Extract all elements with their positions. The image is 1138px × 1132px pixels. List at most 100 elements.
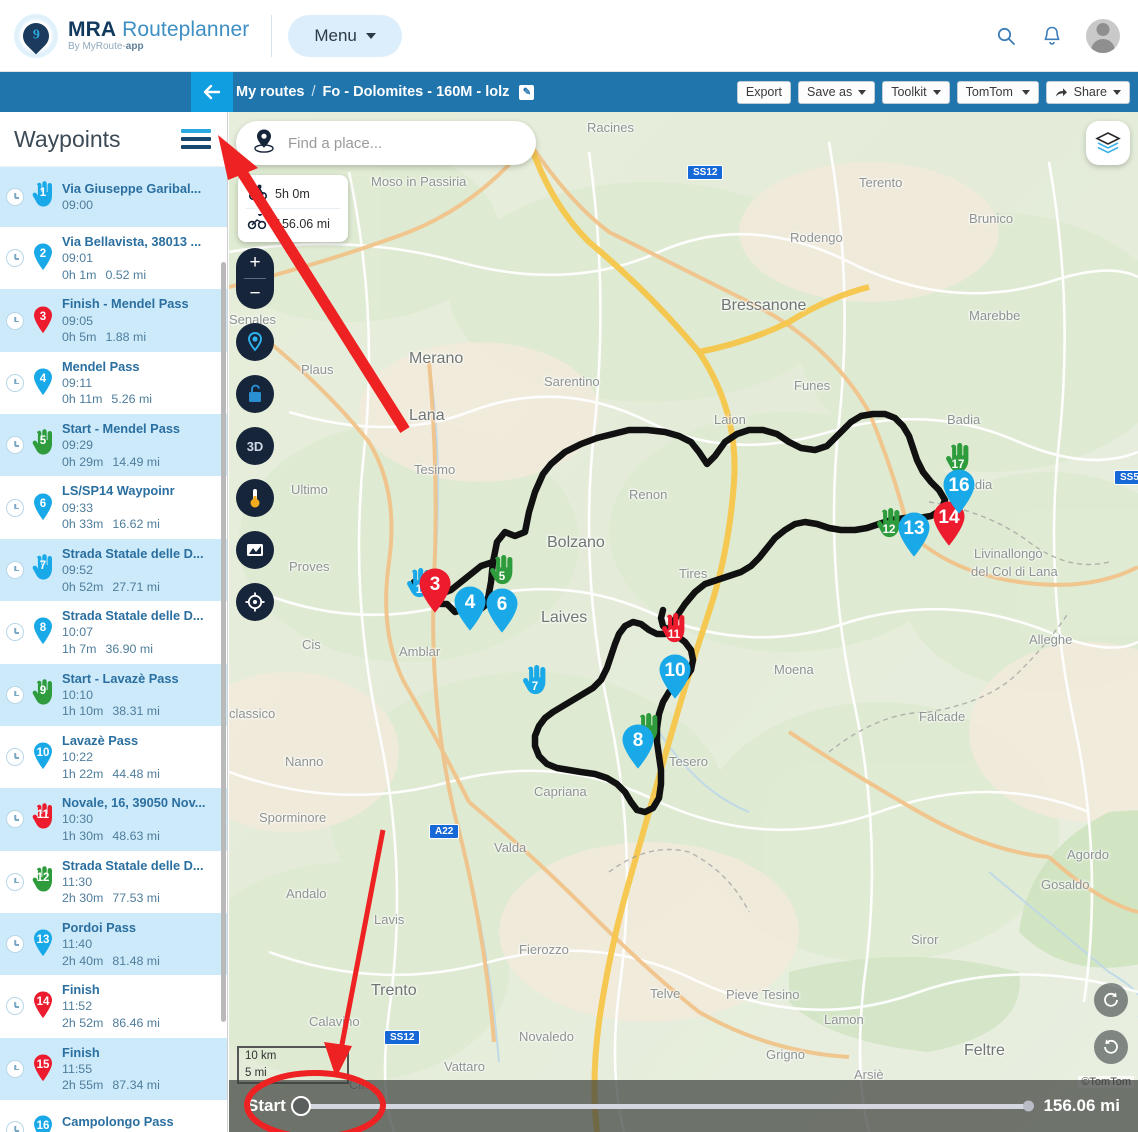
playback-slider-handle[interactable] (290, 1096, 311, 1116)
waypoint-time-icon[interactable] (6, 1121, 24, 1132)
waypoint-name[interactable]: Lavazè Pass (62, 732, 219, 749)
waypoint-time-icon[interactable] (6, 748, 24, 767)
breadcrumb-my-routes[interactable]: My routes (236, 84, 305, 100)
waypoint-row-8[interactable]: 8 Strada Statale delle D... 10:07 1h 7m 36.9… (0, 601, 227, 663)
waypoint-time-icon[interactable] (6, 810, 24, 829)
waypoint-name[interactable]: Start - Lavazè Pass (62, 670, 219, 687)
undo-icon[interactable] (1094, 1030, 1128, 1064)
map-place-label: Capriana (534, 784, 587, 799)
waypoint-time-icon[interactable] (6, 997, 24, 1016)
waypoint-row-3[interactable]: 3 Finish - Mendel Pass 09:05 0h 5m 1.88 mi (0, 289, 227, 352)
zoom-in-button[interactable]: + (236, 248, 274, 278)
sidebar-scrollbar[interactable] (221, 262, 226, 1022)
waypoint-row-12[interactable]: 12 Strada Statale delle D... 11:30 2h 30m 77… (0, 851, 227, 913)
avatar[interactable] (1086, 18, 1120, 53)
waypoint-row-7[interactable]: 7 Strada Statale delle D... 09:52 0h 52m 27.… (0, 538, 227, 602)
waypoint-name[interactable]: Strada Statale delle D... (62, 857, 219, 874)
waypoint-row-16[interactable]: 16Campolongo Pass12:02 (0, 1100, 227, 1132)
toolkit-button[interactable]: Toolkit (882, 80, 950, 104)
waypoint-distance: 27.71 mi (112, 579, 160, 594)
playback-slider-track[interactable] (290, 1096, 1035, 1116)
waypoint-row-4[interactable]: 4 Mendel Pass 09:11 0h 11m 5.26 mi (0, 352, 227, 414)
recenter-icon[interactable] (1094, 983, 1128, 1017)
waypoint-row-5[interactable]: 5 Start - Mendel Pass 09:29 0h 29m 14.49 mi (0, 414, 227, 477)
map-marker-6[interactable]: 6 (484, 587, 520, 640)
waypoint-time-icon[interactable] (6, 188, 24, 206)
search-input[interactable] (288, 134, 520, 152)
search-icon[interactable] (994, 24, 1018, 48)
thermometer-icon[interactable] (236, 479, 274, 517)
waypoint-name[interactable]: Strada Statale delle D... (62, 545, 219, 562)
export-button[interactable]: Export (736, 80, 792, 104)
waypoint-time-icon[interactable] (6, 560, 24, 579)
waypoint-name[interactable]: Finish (62, 981, 219, 998)
waypoint-time-icon[interactable] (6, 249, 24, 268)
breadcrumb-route-name[interactable]: Fo - Dolomites - 160M - lolz (323, 84, 510, 100)
map-marker-11[interactable]: 11 (659, 612, 689, 653)
waypoint-row-2[interactable]: 2 Via Bellavista, 38013 ... 09:01 0h 1m 0.52… (0, 227, 227, 289)
waypoint-time-icon[interactable] (6, 623, 24, 642)
waypoint-row-9[interactable]: 9 Start - Lavazè Pass 10:10 1h 10m 38.31 mi (0, 663, 227, 726)
waypoint-distance: 38.31 mi (112, 704, 160, 719)
map-marker-3[interactable]: 3 (417, 567, 453, 620)
rider-icon (247, 184, 268, 203)
waypoint-name[interactable]: Finish (62, 1044, 219, 1061)
waypoint-time-icon[interactable] (6, 311, 24, 330)
waypoint-row-10[interactable]: 10 Lavazè Pass 10:22 1h 22m 44.48 mi (0, 726, 227, 788)
waypoint-time-icon[interactable] (6, 685, 24, 704)
waypoint-name[interactable]: Via Bellavista, 38013 ... (62, 233, 219, 250)
waypoint-row-11[interactable]: 11 Novale, 16, 39050 Nov... 10:30 1h 30m 48.… (0, 788, 227, 851)
waypoint-name[interactable]: Finish - Mendel Pass (62, 295, 219, 312)
waypoint-name[interactable]: Mendel Pass (62, 358, 219, 375)
waypoint-row-13[interactable]: 13 Pordoi Pass 11:40 2h 40m 81.48 mi (0, 912, 227, 976)
layers-icon[interactable] (1086, 121, 1130, 165)
map-marker-10[interactable]: 10 (657, 653, 693, 706)
app-logo[interactable]: 9 MRA Routeplanner By MyRoute-app (14, 13, 249, 58)
map-marker-8[interactable]: 8 (620, 723, 656, 776)
compass-icon[interactable] (236, 583, 274, 621)
zoom-out-button[interactable]: − (236, 279, 274, 309)
waypoint-name[interactable]: Strada Statale delle D... (62, 607, 219, 624)
save-as-button[interactable]: Save as (798, 80, 876, 104)
tomtom-button[interactable]: TomTom (956, 80, 1039, 104)
waypoint-name[interactable]: Via Giuseppe Garibal... (62, 180, 219, 197)
map-marker-13[interactable]: 13 (896, 511, 932, 564)
find-a-place-box[interactable] (236, 121, 536, 165)
hamburger-icon[interactable] (181, 129, 211, 149)
waypoint-row-15[interactable]: 15 Finish 11:55 2h 55m 87.34 mi (0, 1037, 227, 1101)
waypoint-time-icon[interactable] (6, 1059, 24, 1078)
elevation-chart-icon[interactable] (236, 531, 274, 569)
back-button[interactable] (191, 72, 233, 112)
waypoint-duration: 1h 7m (62, 641, 97, 656)
waypoint-name[interactable]: LS/SP14 Waypoinr (62, 482, 219, 499)
waypoint-time-icon[interactable] (6, 436, 24, 455)
map-marker-16[interactable]: 16 (941, 468, 977, 521)
unlock-icon[interactable] (236, 375, 274, 413)
waypoints-list[interactable]: 1 Via Giuseppe Garibal... 09:00 2 Via Bellav… (0, 167, 227, 1132)
waypoint-stop-marker-icon: 12 (30, 866, 56, 898)
waypoint-name[interactable]: Campolongo Pass (62, 1113, 219, 1130)
bell-icon[interactable] (1040, 24, 1064, 48)
waypoint-name[interactable]: Novale, 16, 39050 Nov... (62, 794, 219, 811)
waypoint-row-1[interactable]: 1 Via Giuseppe Garibal... 09:00 (0, 167, 227, 227)
waypoint-time-icon[interactable] (6, 373, 24, 392)
waypoint-name[interactable]: Start - Mendel Pass (62, 420, 219, 437)
map-place-label: Laion (714, 412, 746, 427)
waypoint-name[interactable]: Pordoi Pass (62, 919, 219, 936)
edit-pencil-icon[interactable]: ✎ (519, 84, 535, 100)
waypoint-time-icon[interactable] (6, 935, 24, 954)
menu-button[interactable]: Menu (288, 14, 402, 57)
map-pin-icon[interactable] (236, 323, 274, 361)
route-playback-bar[interactable]: Start 156.06 mi (229, 1080, 1138, 1132)
waypoint-time-icon[interactable] (6, 872, 24, 891)
waypoint-row-6[interactable]: 6 LS/SP14 Waypoinr 09:33 0h 33m 16.62 mi (0, 476, 227, 538)
3d-toggle-button[interactable]: 3D (236, 427, 274, 465)
share-button[interactable]: Share (1045, 80, 1130, 104)
map-view[interactable]: Racines Moso in Passiria Terento Brunico Rod… (229, 112, 1138, 1132)
map-marker-4[interactable]: 4 (452, 585, 488, 638)
waypoint-time-icon[interactable] (6, 498, 24, 517)
svg-text:3: 3 (430, 574, 441, 595)
map-marker-7[interactable]: 7 (520, 664, 550, 705)
waypoint-row-14[interactable]: 14 Finish 11:52 2h 52m 86.46 mi (0, 975, 227, 1037)
waypoint-number: 3 (39, 310, 47, 323)
